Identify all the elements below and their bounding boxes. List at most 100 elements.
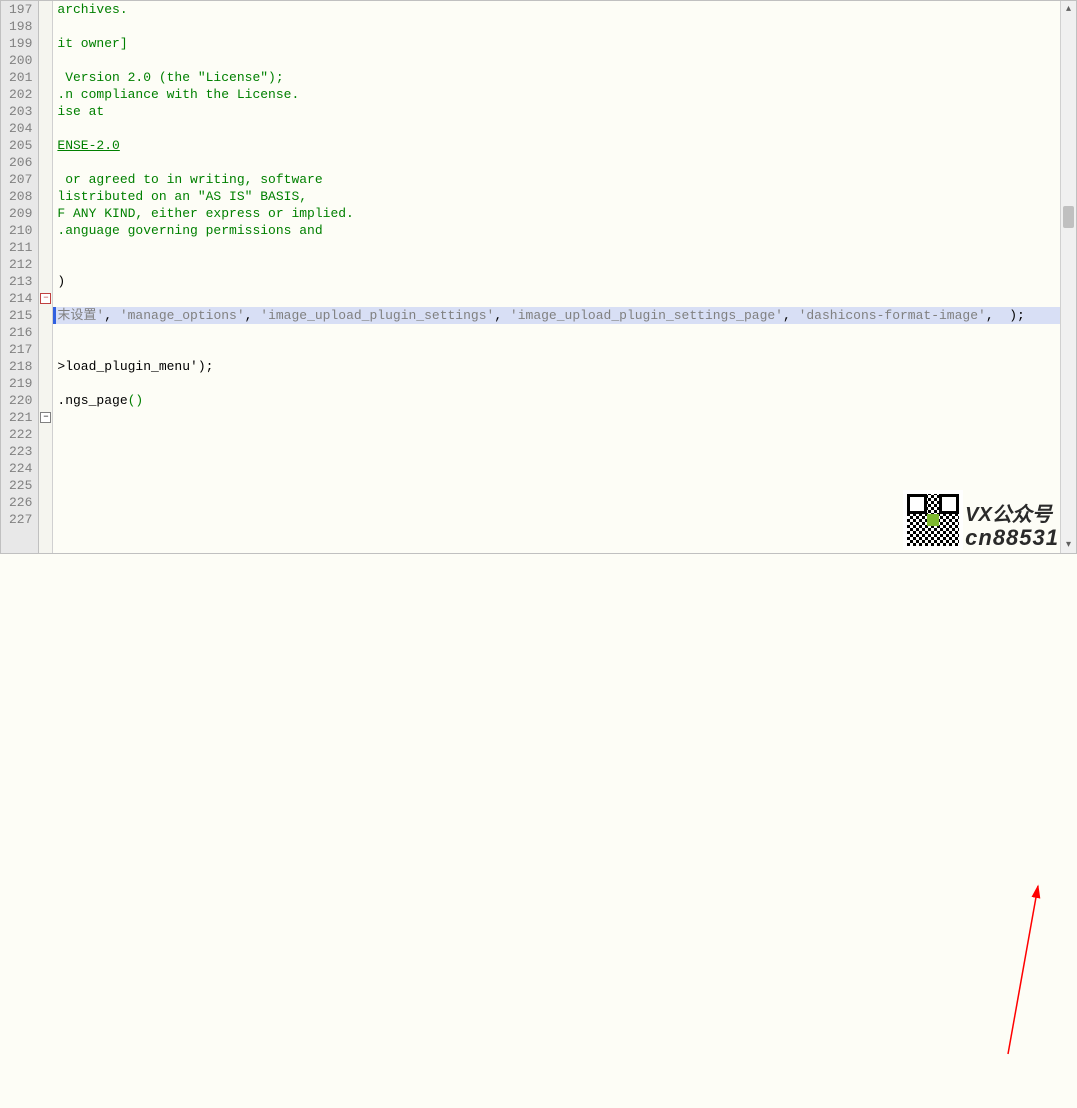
line-number: 216 xyxy=(5,324,32,341)
line-number: 219 xyxy=(5,375,32,392)
code-token: , xyxy=(783,308,799,323)
code-token: .n compliance with the License. xyxy=(57,87,299,102)
code-token: , xyxy=(245,308,261,323)
line-number: 220 xyxy=(5,392,32,409)
code-line[interactable]: .n compliance with the License. xyxy=(53,86,1060,103)
code-line[interactable]: F ANY KIND, either express or implied. xyxy=(53,205,1060,222)
scroll-up-arrow[interactable]: ▴ xyxy=(1061,1,1076,17)
code-token: ise at xyxy=(57,104,104,119)
line-number: 201 xyxy=(5,69,32,86)
line-number: 206 xyxy=(5,154,32,171)
line-number: 217 xyxy=(5,341,32,358)
code-token: 'manage_options' xyxy=(120,308,245,323)
code-token: .ngs_page xyxy=(57,393,127,408)
line-number: 202 xyxy=(5,86,32,103)
scroll-thumb[interactable] xyxy=(1063,206,1074,228)
line-number: 225 xyxy=(5,477,32,494)
line-number: 223 xyxy=(5,443,32,460)
code-token: , ); xyxy=(986,308,1025,323)
code-line[interactable] xyxy=(53,443,1060,460)
code-line[interactable] xyxy=(53,426,1060,443)
line-number: 226 xyxy=(5,494,32,511)
annotation-arrow xyxy=(0,554,1077,1108)
code-token: () xyxy=(128,393,144,408)
code-line[interactable]: >load_plugin_menu'); xyxy=(53,358,1060,375)
code-token: , xyxy=(494,308,510,323)
line-number: 218 xyxy=(5,358,32,375)
line-number: 197 xyxy=(5,1,32,18)
line-number: 203 xyxy=(5,103,32,120)
line-number: 214 xyxy=(5,290,32,307)
line-number: 215 xyxy=(5,307,32,324)
code-token: F ANY KIND, either express or implied. xyxy=(57,206,353,221)
code-token: 'dashicons-format-image' xyxy=(799,308,986,323)
code-token: .anguage governing permissions and xyxy=(57,223,322,238)
watermark-overlay: VX公众号 cn88531 xyxy=(903,490,1059,550)
code-line[interactable] xyxy=(53,52,1060,69)
code-token: ENSE-2.0 xyxy=(57,138,119,153)
code-line[interactable]: ENSE-2.0 xyxy=(53,137,1060,154)
code-token: archives. xyxy=(57,2,127,17)
code-token: ) xyxy=(57,274,65,289)
code-line[interactable] xyxy=(53,375,1060,392)
line-number: 207 xyxy=(5,171,32,188)
code-token: listributed on an "AS IS" BASIS, xyxy=(57,189,307,204)
code-editor: 1971981992002012022032042052062072082092… xyxy=(0,0,1077,554)
code-line[interactable]: ) xyxy=(53,273,1060,290)
qr-code-icon xyxy=(903,490,963,550)
code-line[interactable]: archives. xyxy=(53,1,1060,18)
code-line[interactable] xyxy=(53,154,1060,171)
scroll-down-arrow[interactable]: ▾ xyxy=(1061,537,1076,553)
line-number: 211 xyxy=(5,239,32,256)
code-line[interactable] xyxy=(53,341,1060,358)
code-token: 'image_upload_plugin_settings' xyxy=(260,308,494,323)
code-token: , xyxy=(104,308,120,323)
code-token: or agreed to in writing, software xyxy=(57,172,322,187)
line-number: 221 xyxy=(5,409,32,426)
code-line[interactable]: listributed on an "AS IS" BASIS, xyxy=(53,188,1060,205)
code-line[interactable]: ise at xyxy=(53,103,1060,120)
code-line[interactable]: .ngs_page() xyxy=(53,392,1060,409)
code-line[interactable] xyxy=(53,290,1060,307)
code-line[interactable] xyxy=(53,120,1060,137)
watermark-line1: VX公众号 xyxy=(965,504,1059,526)
code-line[interactable] xyxy=(53,460,1060,477)
code-line[interactable] xyxy=(53,324,1060,341)
line-number: 205 xyxy=(5,137,32,154)
code-line[interactable]: it owner] xyxy=(53,35,1060,52)
line-number: 209 xyxy=(5,205,32,222)
code-area[interactable]: archives. it owner] Version 2.0 (the "Lic… xyxy=(53,1,1060,553)
code-token: >load_plugin_menu'); xyxy=(57,359,213,374)
code-token: it owner] xyxy=(57,36,127,51)
line-number: 213 xyxy=(5,273,32,290)
line-number: 204 xyxy=(5,120,32,137)
code-token: 末设置' xyxy=(57,308,104,323)
code-token: Version 2.0 (the "License"); xyxy=(57,70,283,85)
line-number: 224 xyxy=(5,460,32,477)
code-line[interactable] xyxy=(53,239,1060,256)
fold-column: −− xyxy=(39,1,53,553)
line-number: 208 xyxy=(5,188,32,205)
code-line[interactable]: or agreed to in writing, software xyxy=(53,171,1060,188)
line-number: 199 xyxy=(5,35,32,52)
line-number: 198 xyxy=(5,18,32,35)
code-line[interactable]: 末设置', 'manage_options', 'image_upload_pl… xyxy=(53,307,1060,324)
line-number: 200 xyxy=(5,52,32,69)
fold-toggle-icon[interactable]: − xyxy=(40,293,51,304)
code-line[interactable] xyxy=(53,18,1060,35)
fold-toggle-icon[interactable]: − xyxy=(40,412,51,423)
line-number: 212 xyxy=(5,256,32,273)
caret-indicator xyxy=(53,307,56,324)
line-number: 222 xyxy=(5,426,32,443)
code-token: 'image_upload_plugin_settings_page' xyxy=(510,308,783,323)
vertical-scrollbar[interactable]: ▴ ▾ xyxy=(1060,1,1076,553)
code-line[interactable] xyxy=(53,409,1060,426)
code-line[interactable]: .anguage governing permissions and xyxy=(53,222,1060,239)
code-line[interactable]: Version 2.0 (the "License"); xyxy=(53,69,1060,86)
watermark-line2: cn88531 xyxy=(965,526,1059,550)
watermark-text: VX公众号 cn88531 xyxy=(965,504,1059,550)
line-number-gutter: 1971981992002012022032042052062072082092… xyxy=(1,1,39,553)
line-number: 227 xyxy=(5,511,32,528)
code-line[interactable] xyxy=(53,256,1060,273)
line-number: 210 xyxy=(5,222,32,239)
